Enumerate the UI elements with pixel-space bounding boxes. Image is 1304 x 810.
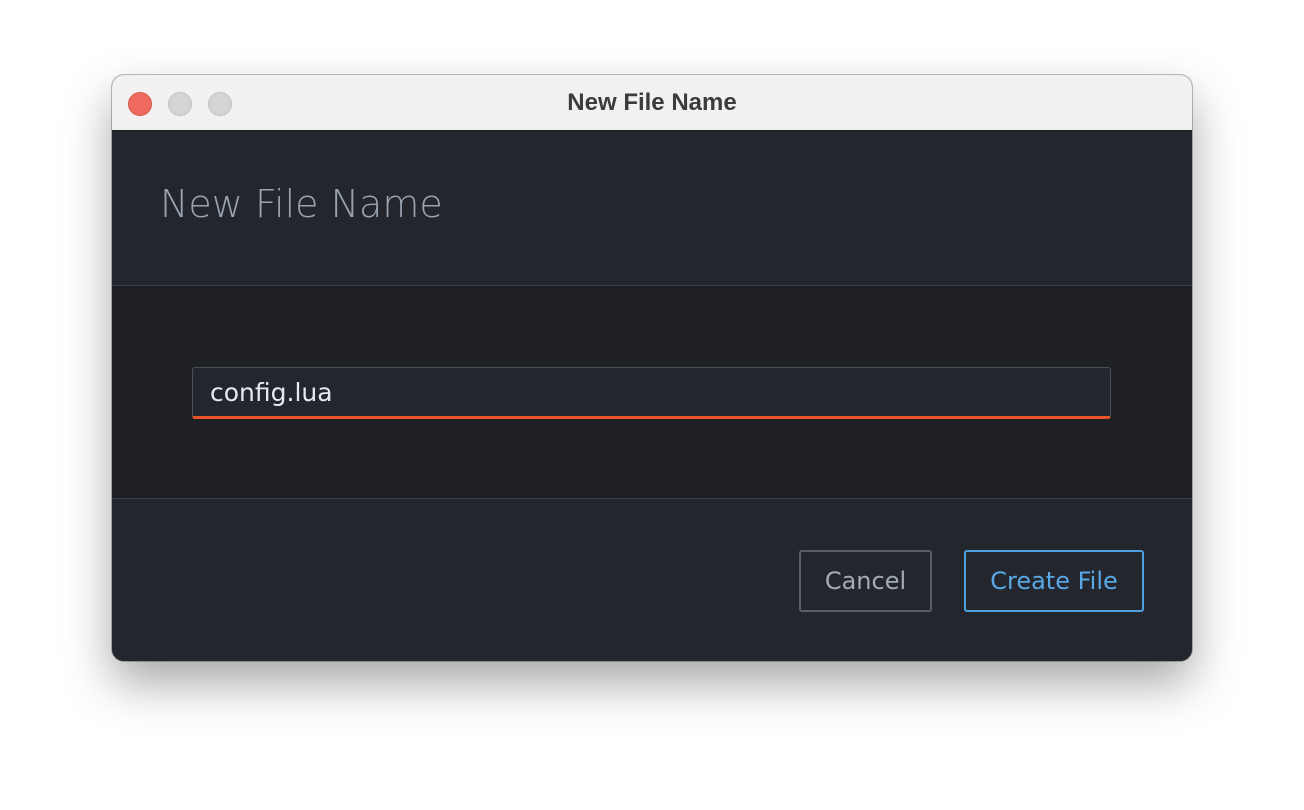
dialog-footer: Cancel Create File <box>112 499 1192 661</box>
cancel-button[interactable]: Cancel <box>799 550 932 612</box>
filename-input[interactable] <box>193 368 1110 416</box>
create-file-button[interactable]: Create File <box>964 550 1144 612</box>
dialog-heading: New File Name <box>160 182 443 226</box>
window-title: New File Name <box>567 89 737 116</box>
title-bar: New File Name <box>112 75 1192 131</box>
filename-input-container <box>192 367 1111 419</box>
dialog-header: New File Name <box>112 132 1192 286</box>
dialog-body <box>112 286 1192 499</box>
dialog-window: New File Name New File Name Cancel Creat… <box>112 75 1192 661</box>
